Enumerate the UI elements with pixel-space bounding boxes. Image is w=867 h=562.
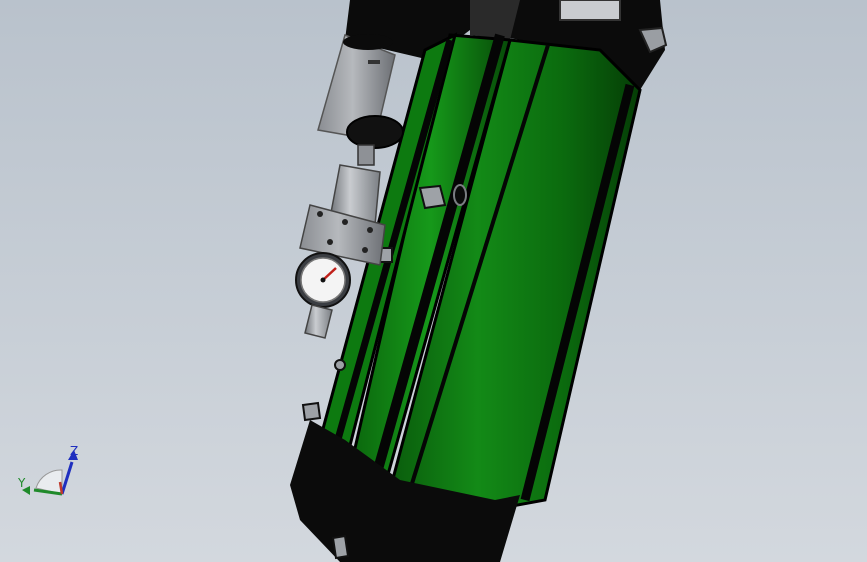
port-fitting [418, 184, 447, 210]
filter-bowl-top [343, 34, 393, 50]
side-bolt [334, 359, 346, 371]
actuator-model[interactable] [0, 0, 867, 562]
port-hole [453, 184, 467, 206]
y-axis-label: Y [18, 476, 26, 490]
bottom-fitting [331, 534, 350, 560]
top-shaft-collar [559, 0, 621, 21]
z-axis-label: Z [70, 444, 79, 458]
drain-fitting [304, 304, 333, 339]
orientation-triad: Z Y [14, 440, 84, 504]
filter-bowl-mark [368, 60, 380, 64]
regulator-knob [346, 115, 404, 149]
z-axis-arrow [60, 461, 74, 495]
knob-stem [357, 144, 375, 166]
bottom-bolt [301, 401, 322, 422]
cad-3d-viewport[interactable] [0, 0, 867, 562]
pressure-gauge-icon [295, 252, 351, 308]
